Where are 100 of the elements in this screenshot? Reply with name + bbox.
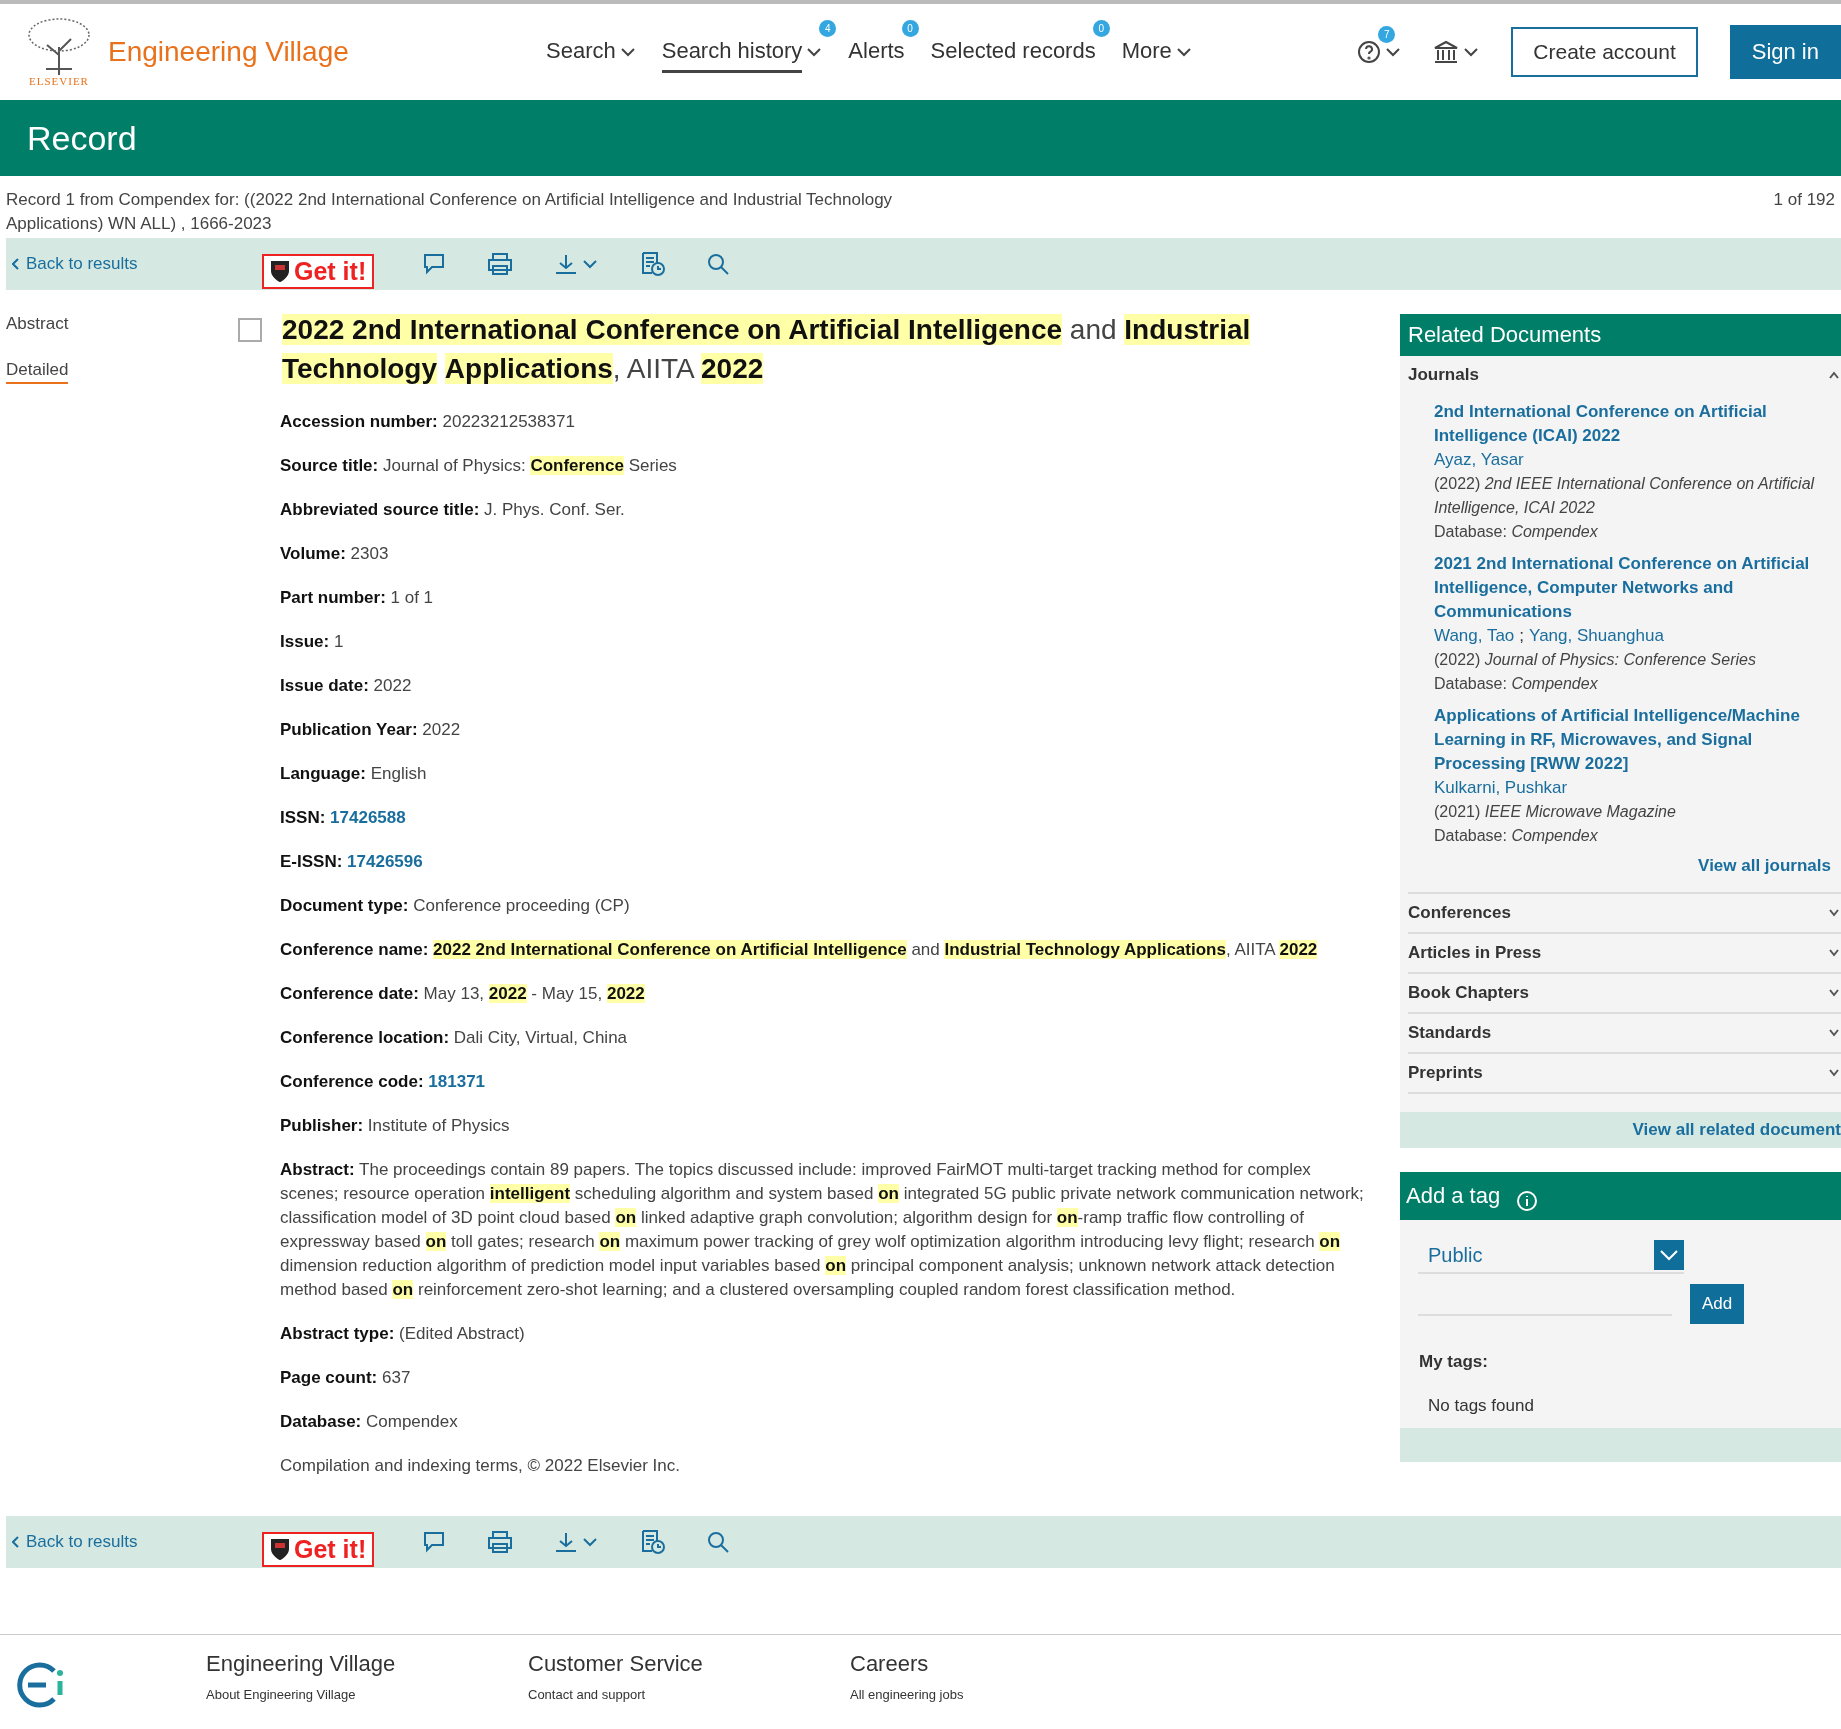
nav-menu-item[interactable]: More <box>1121 31 1172 73</box>
dropdown-toggle[interactable] <box>1654 1240 1684 1270</box>
field-text: Issue date: 2022 <box>280 675 413 697</box>
document-clock-icon[interactable] <box>640 251 667 277</box>
caret-icon[interactable] <box>1829 949 1839 957</box>
field-link[interactable]: 17426596 <box>347 852 423 871</box>
section-toggle[interactable]: Book Chapters <box>1408 983 1529 1003</box>
field-text: Accession number: 20223212538371 <box>280 411 576 433</box>
side-nav-link[interactable]: Abstract <box>6 314 69 336</box>
select-checkbox[interactable] <box>238 318 262 342</box>
publisher-wordmark: ELSEVIER <box>29 75 89 87</box>
panel-heading: Related Documents <box>1400 314 1841 356</box>
back-to-results-link[interactable]: Back to results <box>6 254 262 274</box>
add-tag-button[interactable]: Add <box>1690 1284 1745 1324</box>
field-text: Abstract type: (Edited Abstract) <box>280 1323 526 1345</box>
footer-heading: Careers <box>850 1651 930 1677</box>
field-text: Document type: Conference proceeding (CP) <box>280 895 631 917</box>
field-text: Volume: 2303 <box>280 543 390 565</box>
print-icon[interactable] <box>486 252 515 276</box>
site-title-link[interactable]: Engineering Village <box>108 36 349 68</box>
document-title-link[interactable]: 2021 2nd International Conference on Artificial Intelligence, Computer Networks and Communications <box>1434 552 1833 624</box>
create-account-button[interactable]: Create account <box>1511 27 1698 77</box>
record-title: 2022 2nd International Conference on Artificial Intelligence and Industrial Technology Applications, AIITA 2022 <box>282 313 1252 386</box>
footer-link[interactable]: About Engineering Village <box>206 1687 528 1702</box>
field-link[interactable]: 17426588 <box>330 808 406 827</box>
caret-icon[interactable] <box>806 45 823 59</box>
footer-link[interactable]: All engineering jobs <box>850 1687 1172 1702</box>
footer-link[interactable]: Contact and support <box>528 1687 850 1702</box>
shield-icon[interactable] <box>270 1538 290 1560</box>
footer-heading: Customer Service <box>528 1651 704 1677</box>
view-all-journals-link[interactable]: View all journals <box>1408 850 1841 892</box>
database-text: Database: Compendex <box>1434 522 1599 542</box>
caret-icon[interactable] <box>1463 45 1480 59</box>
sign-in-button[interactable]: Sign in <box>1729 25 1841 79</box>
record-counter: 1 of 192 <box>1773 189 1835 211</box>
section-toggle[interactable]: Preprints <box>1408 1063 1483 1083</box>
field-text: Database: Compendex <box>280 1411 459 1433</box>
author-link[interactable]: Yang, Shuanghua <box>1529 624 1664 648</box>
count-badge: 0 <box>901 19 919 37</box>
field-text: ISSN: 17426588 <box>280 807 407 829</box>
field-text: Issue: 1 <box>280 631 345 653</box>
speech-bubble-icon[interactable] <box>422 253 447 275</box>
author-link[interactable]: Kulkarni, Pushkar <box>1434 776 1568 800</box>
nav-menu-item[interactable]: Search history <box>661 31 803 73</box>
speech-bubble-icon[interactable] <box>422 1531 447 1553</box>
caret-icon[interactable] <box>1385 45 1402 59</box>
author-link[interactable]: Wang, Tao <box>1434 624 1515 648</box>
database-text: Database: Compendex <box>1434 674 1599 694</box>
my-tags-label: My tags: <box>1419 1352 1489 1372</box>
document-title-link[interactable]: 2nd International Conference on Artificial Intelligence (ICAI) 2022 <box>1434 400 1833 448</box>
get-it-button[interactable]: Get it! <box>262 253 375 289</box>
section-toggle[interactable]: Standards <box>1408 1023 1492 1043</box>
get-it-button[interactable]: Get it! <box>262 1531 375 1567</box>
document-clock-icon[interactable] <box>640 1529 667 1555</box>
field-text: Publication Year: 2022 <box>280 719 462 741</box>
field-link[interactable]: 181371 <box>428 1072 486 1091</box>
field-text: Conference date: May 13, 2022 - May 15, 2022 <box>280 983 646 1005</box>
side-nav-link[interactable]: Detailed <box>6 360 69 384</box>
shield-icon[interactable] <box>270 260 290 282</box>
caret-icon[interactable] <box>619 45 636 59</box>
field-text: Source title: Journal of Physics: Conference Series <box>280 455 678 477</box>
section-toggle[interactable]: Journals <box>1408 365 1479 385</box>
page-title: Record <box>27 118 137 158</box>
caret-icon[interactable] <box>1829 1029 1839 1037</box>
search-icon[interactable] <box>706 1530 731 1554</box>
author-link[interactable]: Ayaz, Yasar <box>1434 448 1524 472</box>
footer-heading: Engineering Village <box>206 1651 397 1677</box>
download-icon[interactable] <box>554 1531 579 1553</box>
source-text: (2021) IEEE Microwave Magazine <box>1434 802 1677 822</box>
field-text: Publisher: Institute of Physics <box>280 1115 511 1137</box>
caret-icon[interactable] <box>1829 371 1839 379</box>
chevron-down-icon[interactable] <box>1659 1249 1679 1261</box>
visibility-dropdown[interactable]: Public <box>1418 1240 1684 1274</box>
download-icon[interactable] <box>554 253 579 275</box>
document-title-link[interactable]: Applications of Artificial Intelligence/Machine Learning in RF, Microwaves, and Signal Processing [RWW 2022] <box>1434 704 1833 776</box>
help-icon[interactable] <box>1357 40 1382 64</box>
field-text: Abstract: The proceedings contain 89 papers. The topics discussed include: improved FairMOT multi-target tracking method for complex scenes; resource operation intelligent scheduling algorithm and system based on integrated 5G public private network communication network; classification model of 3D point cloud based on linked adaptive graph convolution; algorithm design for on-ramp traffic flow controlling of expressway based on toll gates; research on maximum power tracking of grey wolf optimization algorithm introducing levy flight; research on dimension reduction algorithm of prediction model input variables based on principal component analysis; unknown network attack detection method based on reinforcement zero-shot learning; and a clustered oversampling coupled random forest classification method. <box>280 1159 1365 1301</box>
panel-heading: Add a tag <box>1406 1183 1501 1209</box>
search-query-text: Record 1 from Compendex for: ((2022 2nd International Conference on Artificial Intelligence and Industrial Technology Applications) WN ALL) , 1666-2023 <box>6 189 894 235</box>
field-text: Conference name: 2022 2nd International Conference on Artificial Intelligence and Industrial Technology Applications, AIITA 2022 <box>280 939 1319 961</box>
caret-icon[interactable] <box>1829 909 1839 917</box>
caret-icon[interactable] <box>1829 1069 1839 1077</box>
section-toggle[interactable]: Articles in Press <box>1408 943 1542 963</box>
field-text: Conference code: 181371 <box>280 1071 487 1093</box>
search-icon[interactable] <box>706 252 731 276</box>
field-text: Conference location: Dali City, Virtual, China <box>280 1027 629 1049</box>
nav-menu-item[interactable]: Search <box>546 31 616 73</box>
section-toggle[interactable]: Conferences <box>1408 903 1511 923</box>
print-icon[interactable] <box>486 1530 515 1554</box>
field-text: Abbreviated source title: J. Phys. Conf. Ser. <box>280 499 626 521</box>
chevron-left-icon[interactable] <box>12 1536 20 1548</box>
count-badge: 7 <box>1378 26 1396 43</box>
back-to-results-link[interactable]: Back to results <box>6 1532 262 1552</box>
view-all-related-link[interactable]: View all related document <box>1632 1120 1841 1139</box>
caret-icon[interactable] <box>1829 989 1839 997</box>
institution-icon[interactable] <box>1433 40 1460 64</box>
caret-icon[interactable] <box>1175 45 1192 59</box>
chevron-left-icon[interactable] <box>12 258 20 270</box>
empty-tags-text: No tags found <box>1428 1396 1535 1417</box>
field-text: E-ISSN: 17426596 <box>280 851 424 873</box>
